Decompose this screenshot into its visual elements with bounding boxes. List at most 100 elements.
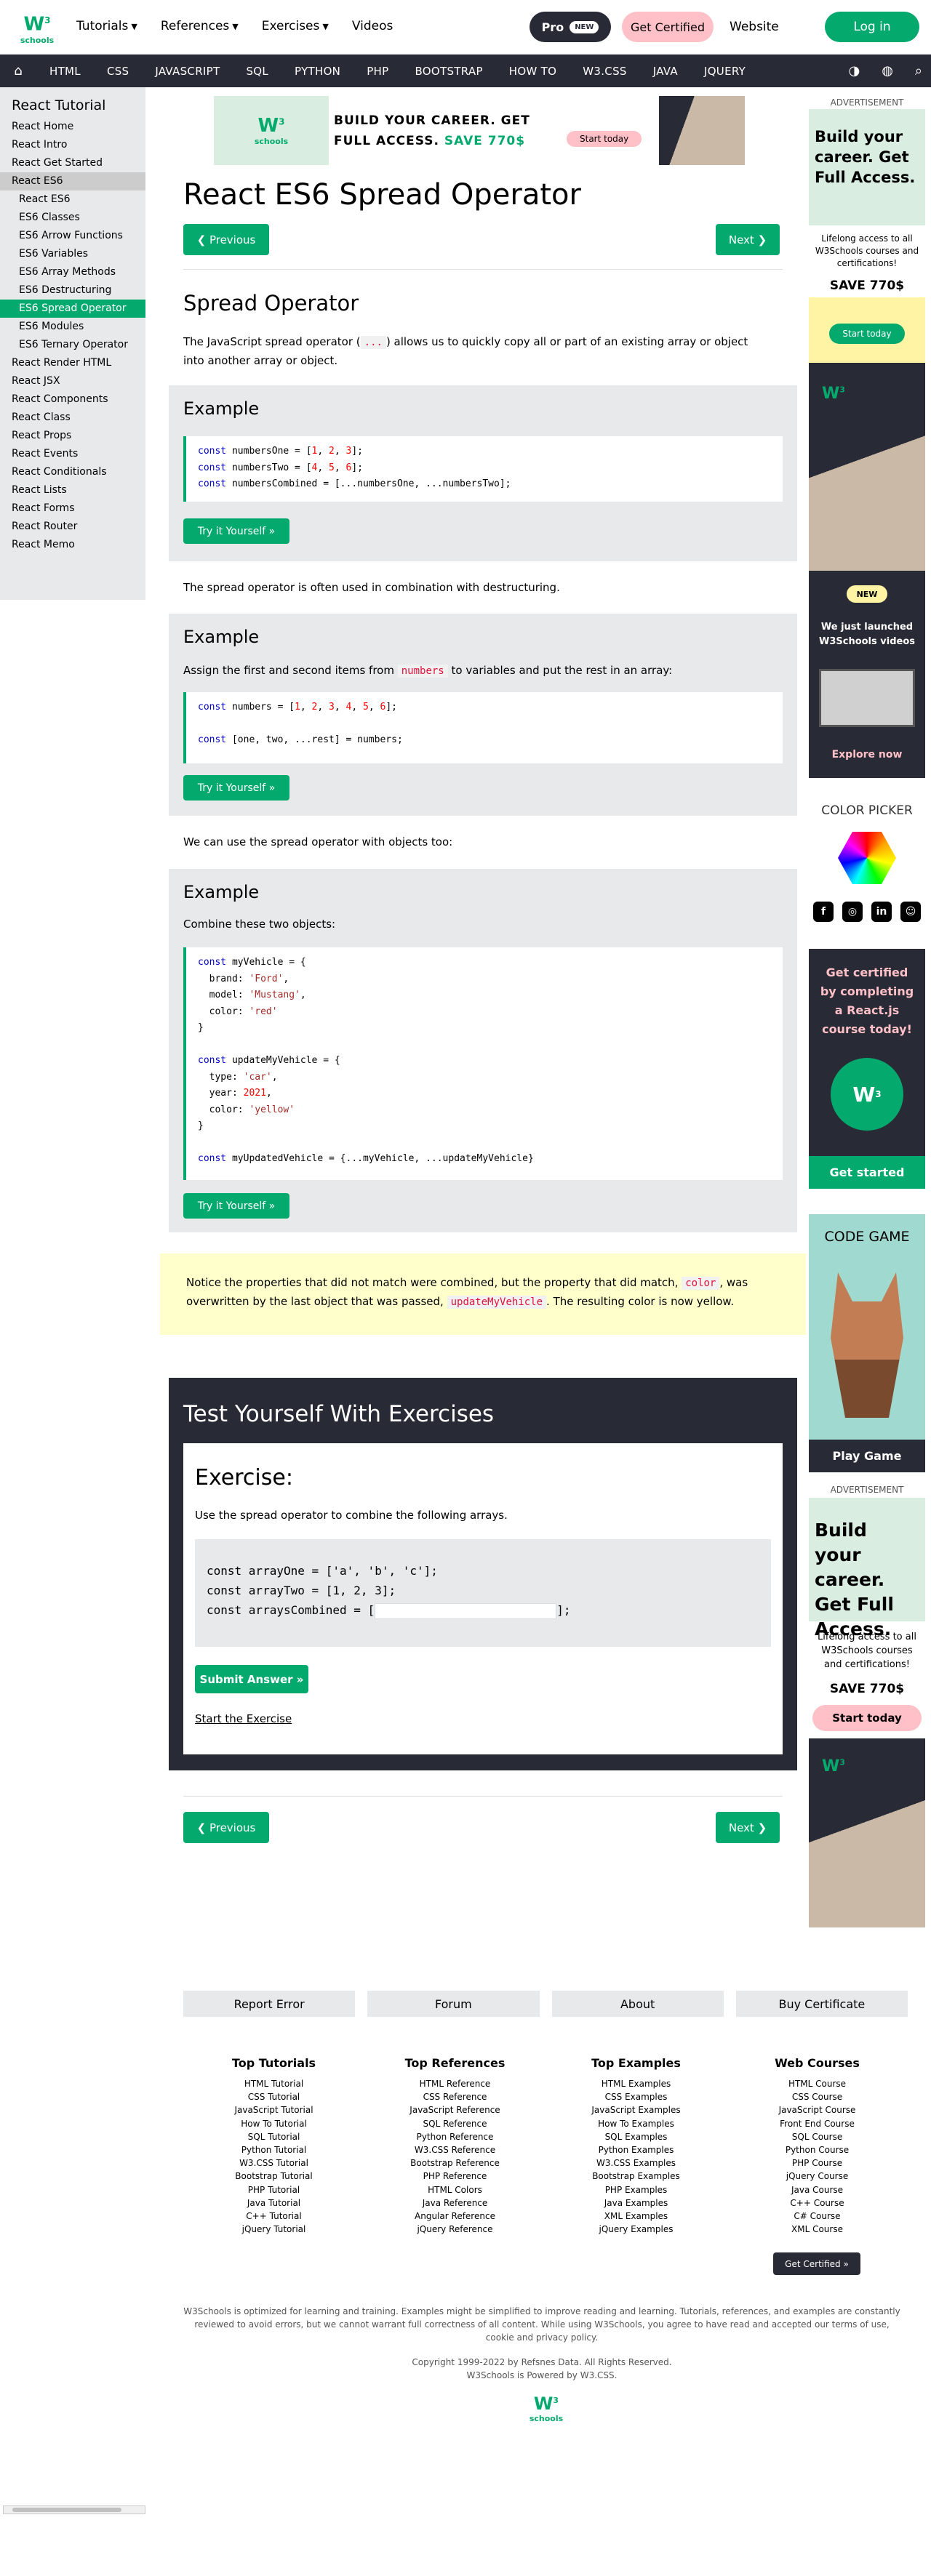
sidebar-item-active[interactable]: ES6 Spread Operator: [0, 300, 145, 318]
sidebar-item[interactable]: React Home: [0, 118, 145, 136]
footer-link[interactable]: Bootstrap Examples: [546, 2170, 727, 2183]
footer-link[interactable]: Python Examples: [546, 2143, 727, 2156]
get-certified-button[interactable]: Get Certified: [622, 12, 714, 42]
footer-link[interactable]: W3.CSS Reference: [364, 2143, 546, 2156]
next-button[interactable]: Next ❯: [716, 224, 780, 255]
nav-how-to[interactable]: HOW TO: [496, 65, 570, 78]
footer-link[interactable]: PHP Reference: [364, 2170, 546, 2183]
footer-link[interactable]: C# Course: [727, 2210, 908, 2223]
sidebar-item[interactable]: React Intro: [0, 136, 145, 154]
previous-button-bottom[interactable]: ❮ Previous: [183, 1812, 269, 1843]
footer-link[interactable]: HTML Course: [727, 2077, 908, 2090]
ad-career-top[interactable]: Build your career. Get Full Access. Life…: [809, 109, 925, 577]
nav-bootstrap[interactable]: BOOTSTRAP: [401, 65, 495, 78]
nav-javascript[interactable]: JAVASCRIPT: [142, 65, 233, 78]
top-ad-banner[interactable]: W3 schools BUILD YOUR CAREER. GET FULL A…: [214, 96, 745, 165]
footer-link[interactable]: XML Course: [727, 2223, 908, 2236]
sidebar-item[interactable]: ES6 Modules: [0, 318, 145, 336]
footer-link[interactable]: CSS Examples: [546, 2090, 727, 2103]
menu-tutorials[interactable]: Tutorials ▼: [76, 19, 137, 33]
footer-link[interactable]: SQL Examples: [546, 2130, 727, 2143]
sidebar-item[interactable]: React ES6: [0, 190, 145, 209]
footer-link[interactable]: Bootstrap Reference: [364, 2156, 546, 2170]
footer-link[interactable]: Front End Course: [727, 2117, 908, 2130]
footer-link[interactable]: HTML Reference: [364, 2077, 546, 2090]
footer-link[interactable]: Java Reference: [364, 2196, 546, 2210]
footer-link[interactable]: Python Tutorial: [183, 2143, 364, 2156]
ad-react-certification[interactable]: Get certified by completing a React.js c…: [809, 949, 925, 1189]
sidebar-item[interactable]: React Forms: [0, 499, 145, 518]
sidebar-item[interactable]: React Events: [0, 445, 145, 463]
footer-link[interactable]: JavaScript Course: [727, 2103, 908, 2116]
footer-link[interactable]: CSS Tutorial: [183, 2090, 364, 2103]
footer-link[interactable]: Bootstrap Tutorial: [183, 2170, 364, 2183]
footer-link[interactable]: HTML Colors: [364, 2183, 546, 2196]
get-started-button[interactable]: Get started: [809, 1156, 925, 1189]
facebook-icon[interactable]: f: [813, 902, 834, 922]
try-it-yourself-button[interactable]: Try it Yourself »: [183, 518, 289, 544]
previous-button[interactable]: ❮ Previous: [183, 224, 269, 255]
horizontal-scrollbar[interactable]: [3, 2505, 145, 2514]
sidebar-item[interactable]: React JSX: [0, 372, 145, 390]
sidebar-item[interactable]: React Conditionals: [0, 463, 145, 481]
footer-link[interactable]: JavaScript Reference: [364, 2103, 546, 2116]
footer-link[interactable]: Python Reference: [364, 2130, 546, 2143]
nav-w3css[interactable]: W3.CSS: [570, 65, 639, 78]
footer-link[interactable]: C++ Course: [727, 2196, 908, 2210]
footer-get-certified-button[interactable]: Get Certified »: [773, 2252, 860, 2275]
footer-link[interactable]: Python Course: [727, 2143, 908, 2156]
footer-link[interactable]: CSS Reference: [364, 2090, 546, 2103]
nav-php[interactable]: PHP: [353, 65, 401, 78]
nav-jquery[interactable]: JQUERY: [691, 65, 759, 78]
home-icon[interactable]: ⌂: [0, 63, 36, 79]
sidebar-item[interactable]: React Props: [0, 427, 145, 445]
exercise-answer-input[interactable]: [375, 1602, 557, 1619]
forum-button[interactable]: Forum: [367, 1991, 540, 2017]
footer-link[interactable]: SQL Course: [727, 2130, 908, 2143]
nav-css[interactable]: CSS: [94, 65, 142, 78]
sidebar-item[interactable]: ES6 Arrow Functions: [0, 227, 145, 245]
footer-link[interactable]: XML Examples: [546, 2210, 727, 2223]
footer-link[interactable]: CSS Course: [727, 2090, 908, 2103]
footer-link[interactable]: W3.CSS Tutorial: [183, 2156, 364, 2170]
color-picker-icon[interactable]: [838, 832, 896, 884]
start-exercise-link[interactable]: Start the Exercise: [195, 1712, 292, 1725]
footer-link[interactable]: PHP Tutorial: [183, 2183, 364, 2196]
dark-mode-icon[interactable]: ◑: [848, 63, 860, 79]
footer-link[interactable]: How To Tutorial: [183, 2117, 364, 2130]
footer-link[interactable]: C++ Tutorial: [183, 2210, 364, 2223]
footer-link[interactable]: Java Course: [727, 2183, 908, 2196]
scrollbar-thumb[interactable]: [12, 2508, 121, 2512]
footer-link[interactable]: jQuery Tutorial: [183, 2223, 364, 2236]
sidebar-item[interactable]: React Lists: [0, 481, 145, 499]
instagram-icon[interactable]: ◎: [842, 902, 863, 922]
sidebar-item[interactable]: ES6 Destructuring: [0, 281, 145, 300]
website-link[interactable]: Website: [730, 20, 779, 34]
ad-code-game[interactable]: CODE GAME Play Game: [809, 1214, 925, 1472]
footer-link[interactable]: jQuery Course: [727, 2170, 908, 2183]
footer-link[interactable]: SQL Tutorial: [183, 2130, 364, 2143]
play-game-button[interactable]: Play Game: [809, 1440, 925, 1472]
color-picker-label[interactable]: COLOR PICKER: [803, 803, 931, 818]
sidebar-item[interactable]: ES6 Ternary Operator: [0, 336, 145, 354]
search-icon[interactable]: ⌕: [915, 63, 922, 79]
sidebar-item[interactable]: React Memo: [0, 536, 145, 554]
footer-logo[interactable]: W3 schools: [528, 2394, 564, 2423]
nav-sql[interactable]: SQL: [233, 65, 281, 78]
footer-link[interactable]: JavaScript Examples: [546, 2103, 727, 2116]
globe-icon[interactable]: ◍: [882, 63, 893, 79]
about-button[interactable]: About: [551, 1991, 724, 2017]
footer-link[interactable]: Java Tutorial: [183, 2196, 364, 2210]
explore-now-link[interactable]: Explore now: [809, 749, 925, 761]
menu-references[interactable]: References ▼: [161, 19, 239, 33]
sidebar-item-es6-group[interactable]: React ES6: [0, 172, 145, 190]
nav-python[interactable]: PYTHON: [281, 65, 353, 78]
nav-html[interactable]: HTML: [36, 65, 94, 78]
sidebar-item[interactable]: React Class: [0, 409, 145, 427]
sidebar-item[interactable]: React Router: [0, 518, 145, 536]
report-error-button[interactable]: Report Error: [183, 1991, 356, 2017]
footer-link[interactable]: HTML Tutorial: [183, 2077, 364, 2090]
nav-java[interactable]: JAVA: [640, 65, 691, 78]
footer-link[interactable]: How To Examples: [546, 2117, 727, 2130]
ad-videos[interactable]: NEW We just launched W3Schools videos Ex…: [809, 571, 925, 778]
